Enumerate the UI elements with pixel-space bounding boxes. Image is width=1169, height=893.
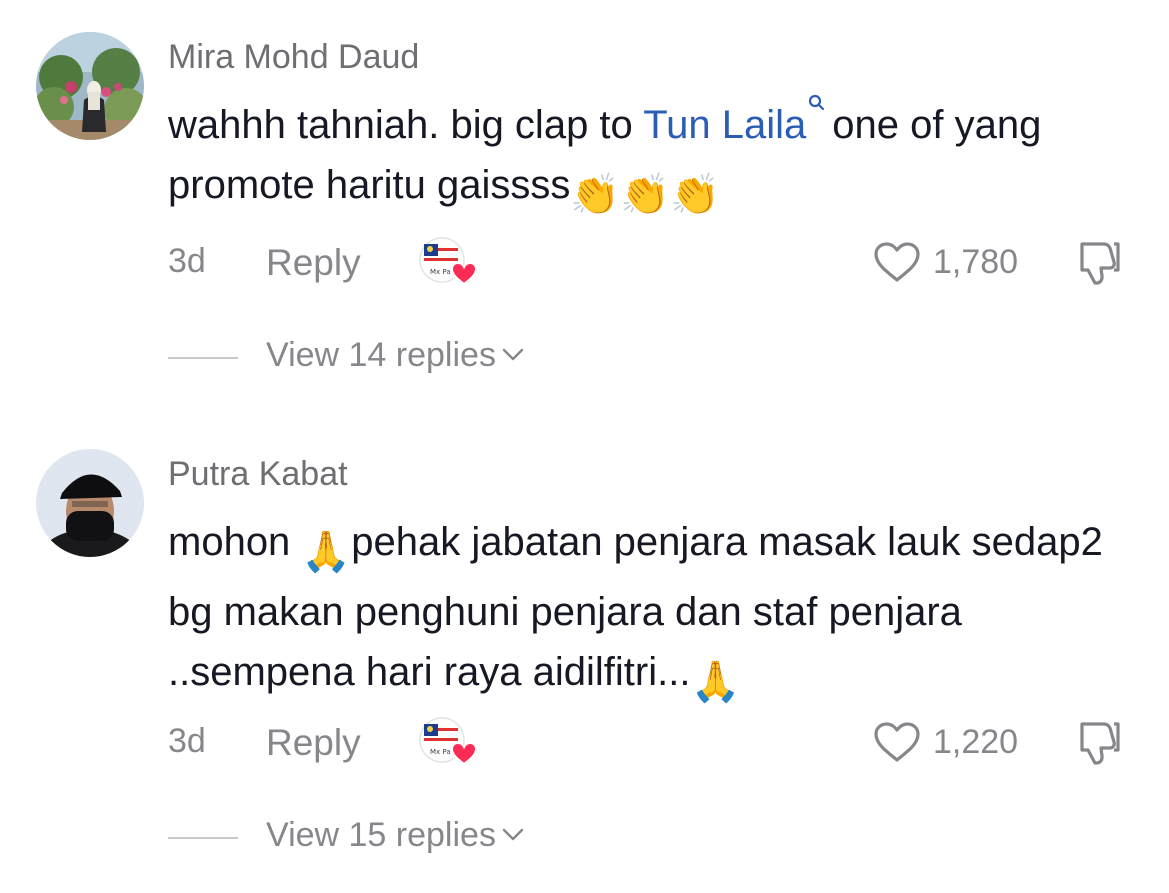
- view-replies-label: View 15 replies: [266, 816, 496, 854]
- avatar-photo-cap: [36, 449, 144, 557]
- comment-text-part: wahhh tahniah. big clap to: [168, 103, 644, 147]
- comment-actions: 3d Reply Mx Pa 1,220: [168, 717, 1128, 768]
- thumbs-down-icon[interactable]: [1074, 718, 1124, 768]
- comment-text: mohon 🙏pehak jabatan penjara masak lauk …: [168, 512, 1128, 712]
- comment-username[interactable]: Mira Mohd Daud: [168, 38, 419, 77]
- creator-liked-badge-icon: Mx Pa: [419, 717, 478, 766]
- comment-timestamp: 3d: [168, 242, 206, 280]
- clapping-hands-emoji: 👏👏👏: [570, 173, 720, 217]
- folded-hands-emoji: 🙏: [690, 660, 741, 704]
- view-replies-label: View 14 replies: [266, 336, 496, 374]
- avatar-photo-garden: [36, 32, 144, 140]
- like-count: 1,780: [933, 243, 1019, 281]
- view-replies-button[interactable]: View 15 replies: [168, 816, 668, 860]
- svg-text:Mx Pa: Mx Pa: [430, 748, 451, 756]
- avatar[interactable]: [36, 32, 144, 140]
- search-icon[interactable]: [808, 94, 825, 116]
- creator-liked-badge-icon: Mx Pa: [419, 237, 478, 286]
- comment-username[interactable]: Putra Kabat: [168, 455, 348, 494]
- divider: [168, 357, 238, 359]
- reply-button[interactable]: Reply: [266, 722, 361, 764]
- heart-icon[interactable]: [872, 720, 922, 764]
- svg-text:Mx Pa: Mx Pa: [430, 268, 451, 276]
- comment-actions: 3d Reply Mx Pa 1,780: [168, 237, 1128, 288]
- heart-icon[interactable]: [872, 240, 922, 284]
- mention-link[interactable]: Tun Laila: [643, 103, 806, 147]
- like-count: 1,220: [933, 723, 1019, 761]
- folded-hands-emoji: 🙏: [301, 530, 352, 574]
- chevron-down-icon: [502, 348, 524, 361]
- comment-text-part: mohon: [168, 520, 302, 564]
- thumbs-down-icon[interactable]: [1074, 238, 1124, 288]
- divider: [168, 837, 238, 839]
- comment-text: wahhh tahniah. big clap to Tun Laila one …: [168, 94, 1128, 225]
- chevron-down-icon: [502, 828, 524, 841]
- reply-button[interactable]: Reply: [266, 242, 361, 284]
- view-replies-button[interactable]: View 14 replies: [168, 336, 668, 380]
- comment-timestamp: 3d: [168, 722, 206, 760]
- avatar[interactable]: [36, 449, 144, 557]
